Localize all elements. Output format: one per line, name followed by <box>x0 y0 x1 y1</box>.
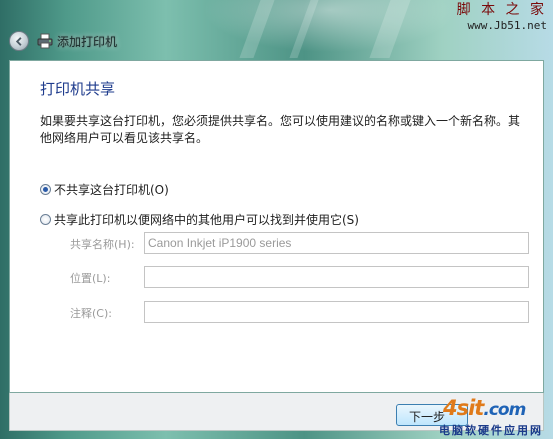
no-share-label: 不共享这台打印机(O) <box>54 183 169 197</box>
page-title: 打印机共享 <box>40 80 116 98</box>
wizard-content: 打印机共享 如果要共享这台打印机，您必须提供共享名。您可以使用建议的名称或键入一… <box>9 60 544 393</box>
share-name-label: 共享名称(H): <box>70 238 135 251</box>
location-input[interactable] <box>144 266 529 288</box>
page-description: 如果要共享这台打印机，您必须提供共享名。您可以使用建议的名称或键入一个新名称。其… <box>40 114 521 145</box>
watermark-title: 脚 本 之 家 <box>456 2 547 18</box>
share-radio[interactable] <box>40 214 51 225</box>
window-title: 添加打印机 <box>57 35 118 49</box>
back-arrow-icon <box>15 36 22 46</box>
printer-icon <box>37 33 53 49</box>
no-share-option[interactable]: 不共享这台打印机(O) <box>40 181 169 198</box>
comment-label: 注释(C): <box>70 307 112 320</box>
location-label: 位置(L): <box>70 272 111 285</box>
share-option[interactable]: 共享此打印机以便网络中的其他用户可以找到并使用它(S) <box>40 211 359 228</box>
logo-subtitle: 电脑软硬件应用网 <box>439 424 543 437</box>
wizard-titlebar: 添加打印机 <box>0 22 553 60</box>
logo-name: 4sit <box>443 396 484 420</box>
site-logo-watermark: 4sit.com 电脑软硬件应用网 <box>435 396 553 439</box>
share-name-input[interactable] <box>144 232 529 254</box>
radio-selected-dot <box>43 187 48 192</box>
back-button[interactable] <box>9 31 29 51</box>
logo-text: 4sit.com <box>443 396 526 420</box>
share-label: 共享此打印机以便网络中的其他用户可以找到并使用它(S) <box>54 213 359 227</box>
logo-suffix: .com <box>483 400 526 420</box>
no-share-radio[interactable] <box>40 184 51 195</box>
comment-input[interactable] <box>144 301 529 323</box>
